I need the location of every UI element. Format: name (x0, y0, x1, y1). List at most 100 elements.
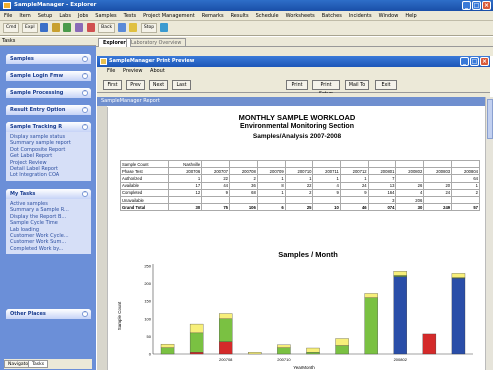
forward-icon[interactable] (117, 23, 126, 32)
preview-app-icon (100, 58, 107, 65)
mail-to-button[interactable]: Mail To (345, 80, 369, 90)
panel-header[interactable]: My Tasks ˄ (6, 189, 91, 199)
table-cell: 200710 (284, 167, 314, 176)
table-cell: 200803 (423, 167, 453, 176)
preview-maximize-button[interactable]: □ (470, 57, 479, 66)
flag-icon[interactable] (86, 23, 95, 32)
menu-worksheets[interactable]: Worksheets (286, 13, 315, 19)
preview-menu-preview[interactable]: Preview (123, 68, 142, 74)
menu-incidents[interactable]: Incidents (349, 13, 372, 19)
chevron-down-icon[interactable]: ˅ (82, 311, 88, 317)
menu-results[interactable]: Results (231, 13, 249, 19)
y-tick-label: 250 (144, 264, 151, 269)
print-setup-button[interactable]: Print Setup (312, 80, 340, 97)
panel-header[interactable]: Sample Processing ˅ (6, 88, 91, 98)
maximize-button[interactable]: □ (472, 1, 481, 10)
chevron-up-icon[interactable]: ˄ (82, 191, 88, 197)
table-cell: 200706 (168, 167, 203, 176)
table-cell: 12 (168, 188, 203, 197)
menu-jobs[interactable]: Jobs (78, 13, 88, 19)
minimize-button[interactable]: _ (462, 1, 471, 10)
menu-samples[interactable]: Samples (95, 13, 116, 19)
panel-header[interactable]: Sample Login Fmw ˅ (6, 71, 91, 81)
preview-minimize-button[interactable]: _ (460, 57, 469, 66)
panel-result-entry: Result Entry Option ˅ (6, 105, 91, 115)
panel-title: Sample Login Fmw (10, 73, 64, 79)
help-icon[interactable] (129, 23, 138, 32)
menu-remarks[interactable]: Remarks (202, 13, 224, 19)
table-cell: 9 (312, 188, 341, 197)
next-button[interactable]: Next (149, 80, 168, 90)
table-cell: 57 (451, 203, 480, 212)
navigator-header-label: Tasks (2, 38, 16, 44)
tracking-task-link[interactable]: Lot Integration COA (10, 172, 87, 178)
chart-bar-segment (189, 352, 204, 355)
menu-tests[interactable]: Tests (124, 13, 136, 19)
table-cell: 6 (256, 203, 286, 212)
preview-menu-file[interactable]: File (107, 68, 115, 74)
y-tick-label: 100 (144, 316, 151, 321)
table-cell (201, 159, 230, 169)
vertical-scrollbar[interactable] (485, 97, 493, 370)
chevron-up-icon[interactable]: ˄ (82, 124, 88, 130)
table-row: Authorized 1 22 2 1 1 1 1 7 64 (119, 174, 480, 183)
tab-tasks[interactable]: Tasks (28, 360, 49, 368)
chevron-down-icon[interactable]: ˅ (82, 56, 88, 62)
panel-header[interactable]: Other Places ˅ (6, 309, 91, 319)
stop-button[interactable]: Stop (140, 23, 158, 33)
menu-batches[interactable]: Batches (322, 13, 342, 19)
table-row: Sample Count Nashville (119, 159, 480, 169)
print-button[interactable]: Print (286, 80, 308, 90)
folder-icon[interactable] (40, 23, 49, 32)
menu-schedule[interactable]: Schedule (256, 13, 279, 19)
table-cell (339, 195, 369, 205)
chart-bar-segment (335, 338, 349, 346)
my-task-link[interactable]: Completed Work by... (10, 246, 87, 252)
last-button[interactable]: Last (172, 80, 191, 90)
x-tick-label: 200708 (219, 357, 233, 362)
menu-item[interactable]: Item (19, 13, 30, 19)
refresh-icon[interactable] (159, 23, 168, 32)
scrollbar-thumb[interactable] (487, 99, 493, 139)
chevron-down-icon[interactable]: ˅ (82, 73, 88, 79)
menu-help[interactable]: Help (405, 13, 416, 19)
tab-laboratory-overview[interactable]: Laboratory Overview (126, 38, 187, 47)
chart-icon[interactable] (74, 23, 83, 32)
chart-bar-segment (451, 278, 466, 355)
menu-project-management[interactable]: Project Management (143, 13, 195, 19)
chart-bar-segment (219, 318, 233, 342)
panel-header[interactable]: Sample Tracking R ˄ (6, 122, 91, 132)
preview-close-button[interactable]: × (480, 57, 489, 66)
menu-file[interactable]: File (4, 13, 12, 19)
toolbar-explorer-button[interactable]: Expl (21, 23, 38, 33)
menu-labs[interactable]: Labs (59, 13, 71, 19)
close-button[interactable]: × (482, 1, 491, 10)
toolbar-cmd-button[interactable]: Cmd (3, 23, 20, 33)
table-header-label: Phase Test (119, 167, 170, 176)
table-row: Available 17 44 36 8 22 4 24 13 26 20 1 (119, 181, 480, 190)
preview-menu-about[interactable]: About (150, 68, 165, 74)
chevron-down-icon[interactable]: ˅ (82, 107, 88, 113)
table-cell (284, 195, 314, 205)
grid-icon[interactable] (63, 23, 72, 32)
table-cell: 200709 (256, 167, 286, 176)
exit-button[interactable]: Exit (375, 80, 397, 90)
chart-bar-segment (451, 273, 466, 278)
first-button[interactable]: First (103, 80, 122, 90)
chevron-down-icon[interactable]: ˅ (82, 90, 88, 96)
print-icon[interactable] (51, 23, 60, 32)
prev-button[interactable]: Prev (126, 80, 145, 90)
panel-sample-login: Sample Login Fmw ˅ (6, 71, 91, 81)
table-cell: 44 (201, 181, 230, 190)
table-cell: 17 (168, 181, 203, 190)
panel-header[interactable]: Result Entry Option ˅ (6, 105, 91, 115)
table-cell: 4 (312, 181, 341, 190)
back-button[interactable]: Back (98, 23, 116, 33)
table-cell: 46 (339, 203, 369, 212)
panel-header[interactable]: Samples ˅ (6, 54, 91, 64)
menu-window[interactable]: Window (379, 13, 399, 19)
chart-bar-segment (219, 341, 233, 355)
table-cell: 20 (423, 181, 453, 190)
menu-setup[interactable]: Setup (38, 13, 53, 19)
navigator-header: Tasks (0, 37, 96, 46)
